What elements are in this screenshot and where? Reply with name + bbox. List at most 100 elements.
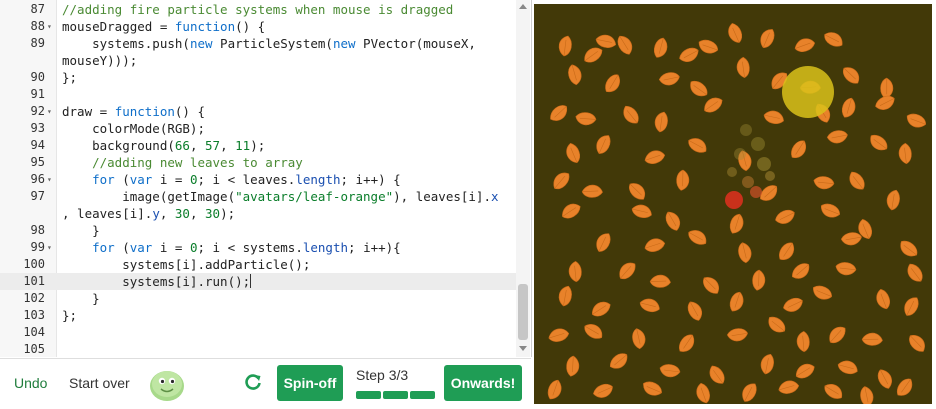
code-line[interactable]: 103}; <box>0 307 516 324</box>
line-number: 92 <box>30 104 45 118</box>
code-token: background( <box>62 138 175 153</box>
avatar <box>150 371 184 401</box>
code-line[interactable]: 87 //adding fire particle systems when mo… <box>0 1 516 18</box>
undo-button[interactable]: Undo <box>14 375 47 391</box>
leaf-icon <box>794 38 816 52</box>
line-number: 95 <box>30 155 45 169</box>
code-line[interactable]: 96 ▾ for (var i = 0; i < leaves.length; i… <box>0 171 516 188</box>
leaf-icon <box>709 365 725 384</box>
leaf-icon <box>904 297 919 316</box>
code-line[interactable]: 90}; <box>0 69 516 86</box>
code-text: }; <box>62 69 77 86</box>
code-token: x <box>490 189 499 204</box>
leaf-icon <box>690 80 708 97</box>
spin-off-button[interactable]: Spin-off <box>277 365 343 401</box>
leaf-icon <box>876 288 890 310</box>
program-output-canvas[interactable] <box>534 4 932 408</box>
code-line[interactable]: 100 systems[i].addParticle(); <box>0 256 516 273</box>
scroll-down-arrow-icon[interactable] <box>519 346 527 351</box>
code-token: i = <box>152 240 190 255</box>
leaf-icon <box>575 112 597 126</box>
code-token: , <box>220 138 236 153</box>
leaf-icon <box>558 35 572 57</box>
fold-toggle-icon[interactable]: ▾ <box>47 18 52 35</box>
scroll-up-arrow-icon[interactable] <box>519 4 527 9</box>
leaf-icon <box>752 269 766 291</box>
leaf-icon <box>584 324 603 339</box>
start-over-button[interactable]: Start over <box>69 375 130 391</box>
line-number: 87 <box>30 2 45 16</box>
code-line[interactable]: 102 } <box>0 290 516 307</box>
code-line[interactable]: 104 <box>0 324 516 341</box>
code-token: mouseDragged = <box>62 19 175 34</box>
code-token: () { <box>174 104 206 119</box>
leaf-icon <box>696 382 710 404</box>
code-token: 66 <box>174 138 190 153</box>
progress-segment <box>383 391 408 399</box>
fold-toggle-icon[interactable]: ▾ <box>47 171 52 188</box>
fold-toggle-icon[interactable]: ▾ <box>47 239 52 256</box>
leaf-icon <box>654 111 668 133</box>
code-line[interactable]: 88 ▾ mouseDragged = function() { <box>0 18 516 35</box>
fire-particle <box>751 137 765 151</box>
code-text: image(getImage("avatars/leaf-orange"), l… <box>62 188 499 205</box>
leaf-icon <box>649 274 671 288</box>
restart-icon[interactable] <box>243 372 263 392</box>
code-line[interactable]: 89 systems.push(new ParticleSystem(new P… <box>0 35 516 52</box>
leaf-icon <box>791 140 807 159</box>
code-line[interactable]: 92 ▾ draw = function() { <box>0 103 516 120</box>
leaf-icon <box>644 238 666 252</box>
code-token: , <box>189 206 206 221</box>
leaf-icon <box>639 298 660 312</box>
yellow-circle <box>782 66 834 118</box>
line-number: 105 <box>23 342 45 356</box>
line-number: 103 <box>23 308 45 322</box>
scrollbar-thumb[interactable] <box>518 284 528 340</box>
code-token: image(getImage( <box>62 189 236 204</box>
line-number: 101 <box>23 274 45 288</box>
leaf-icon <box>566 143 580 163</box>
code-line[interactable]: 91 <box>0 86 516 103</box>
leaf-icon <box>728 23 743 43</box>
code-token: systems[i].addParticle(); <box>62 257 311 272</box>
code-editor[interactable]: 87 //adding fire particle systems when mo… <box>0 0 532 357</box>
code-token: 0 <box>189 240 198 255</box>
code-line[interactable]: 101 systems[i].run(); <box>0 273 516 290</box>
leaf-icon <box>906 113 927 128</box>
line-number: 88 <box>30 19 45 33</box>
code-line[interactable]: 98 } <box>0 222 516 239</box>
code-token: ( <box>114 172 130 187</box>
code-line[interactable]: 105 <box>0 341 516 357</box>
leaf-icon <box>659 364 681 378</box>
editor-scrollbar[interactable] <box>516 0 530 357</box>
code-line[interactable]: , leaves[i].y, 30, 30); <box>0 205 516 222</box>
leaf-icon <box>644 150 666 164</box>
fire-particle <box>742 176 754 188</box>
output-drawing[interactable] <box>534 4 932 408</box>
line-number: 98 <box>30 223 45 237</box>
leaf-icon <box>550 105 568 121</box>
code-token: 57 <box>205 138 221 153</box>
code-line[interactable]: 97 image(getImage("avatars/leaf-orange")… <box>0 188 516 205</box>
code-line[interactable]: 95 //adding new leaves to array <box>0 154 516 171</box>
fold-toggle-icon[interactable]: ▾ <box>47 103 52 120</box>
code-token: draw = <box>62 104 115 119</box>
code-token: , <box>159 206 175 221</box>
code-line[interactable]: mouseY))); <box>0 52 516 69</box>
onwards-button[interactable]: Onwards! <box>444 365 522 401</box>
code-text: systems[i].addParticle(); <box>62 256 310 273</box>
code-token: systems[i].run(); <box>62 274 251 289</box>
code-token: ); <box>220 206 236 221</box>
line-number: 97 <box>30 189 45 203</box>
leaf-icon <box>886 189 900 211</box>
code-token: "avatars/leaf-orange" <box>235 189 394 204</box>
code-line[interactable]: 93 colorMode(RGB); <box>0 120 516 137</box>
code-line[interactable]: 99 ▾ for (var i = 0; i < systems.length; … <box>0 239 516 256</box>
code-token: function <box>114 104 175 119</box>
code-line[interactable]: 94 background(66, 57, 11); <box>0 137 516 154</box>
code-token: mouseY))); <box>62 53 138 68</box>
progress-segment <box>356 391 381 399</box>
line-number: 96 <box>30 172 45 186</box>
leaf-icon <box>849 171 865 190</box>
